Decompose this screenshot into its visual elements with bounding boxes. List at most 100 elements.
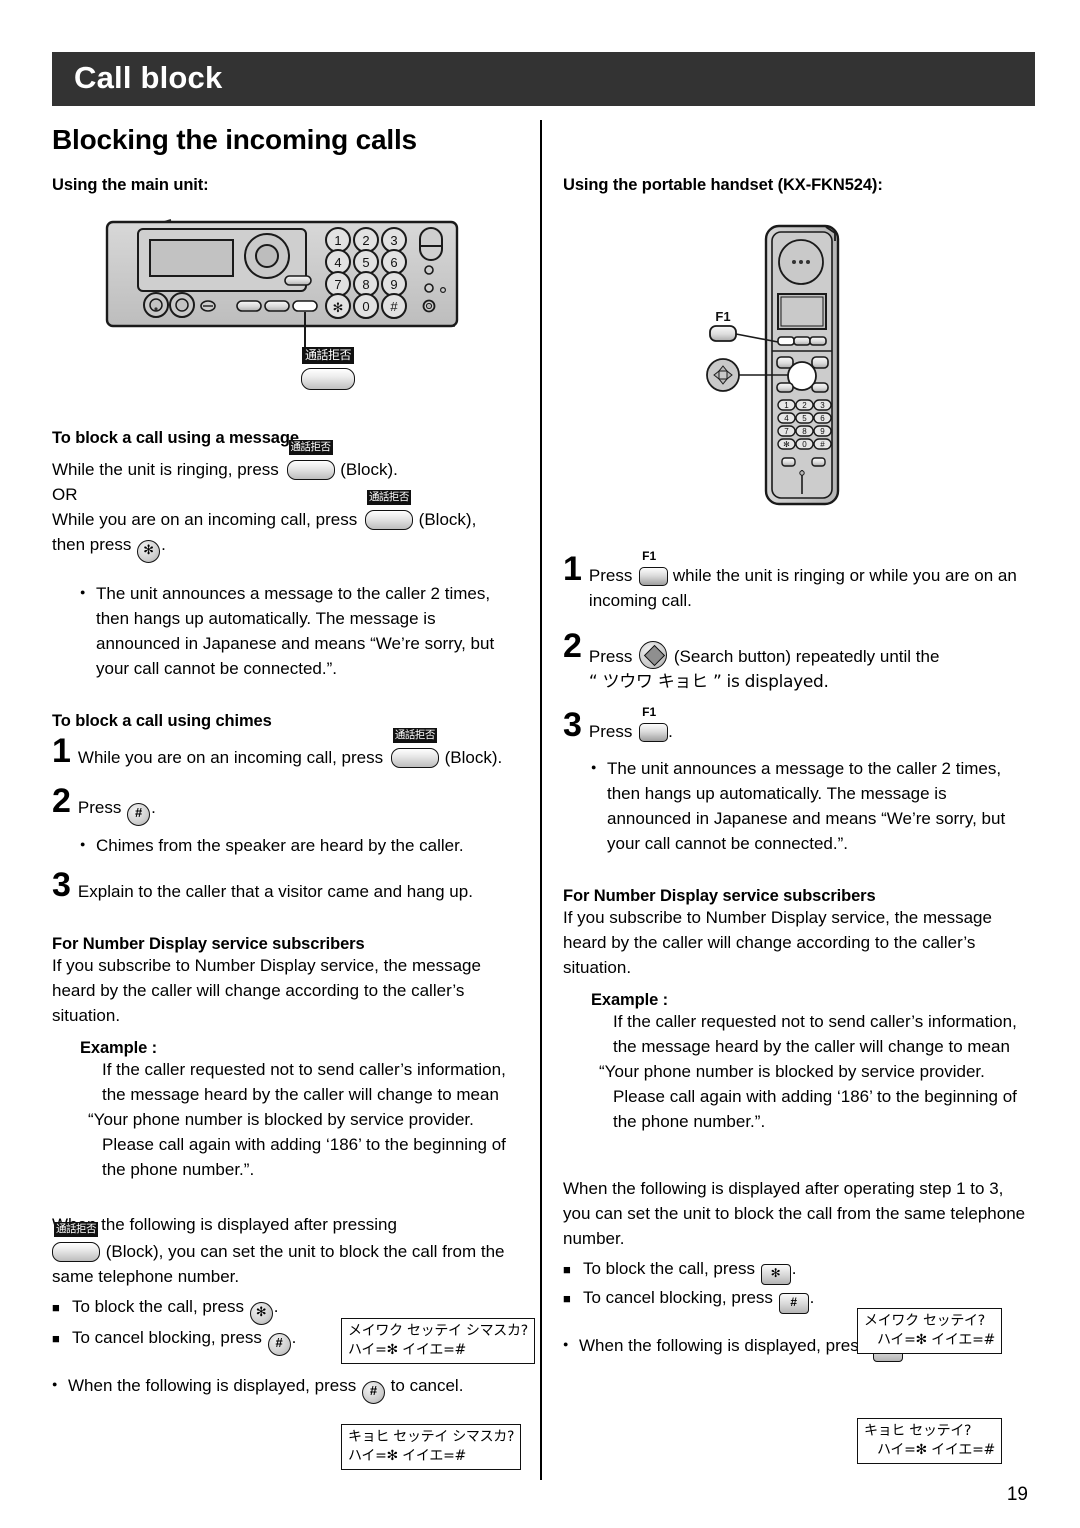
main-unit-block-key-callout: 通話拒否 xyxy=(296,346,360,390)
svg-text:F1: F1 xyxy=(715,309,730,324)
example-body-left: If the caller requested not to send call… xyxy=(102,1059,506,1104)
navigator-search-key-glyph xyxy=(639,640,668,669)
lcd-display-block-confirm-left: メイワク セッテイ シマスカ? ハイ=✻ イイエ=# xyxy=(341,1318,535,1365)
svg-text:4: 4 xyxy=(784,414,789,423)
lcd-line-1: キョヒ セッテイ? xyxy=(864,1423,972,1439)
star-key-glyph: ✻ xyxy=(249,1301,273,1325)
handset-step-1: 1 Press F1 while the unit is ringing or … xyxy=(563,549,1017,610)
svg-text:2: 2 xyxy=(362,233,369,248)
section-title: Blocking the incoming calls xyxy=(52,124,417,155)
step-number: 3 xyxy=(563,705,582,744)
svg-text:3: 3 xyxy=(390,233,397,248)
hash-key-glyph: # xyxy=(267,1332,291,1356)
step-number: 2 xyxy=(563,626,582,665)
heading-number-display-right: For Number Display service subscribers xyxy=(563,886,876,905)
step-number: 1 xyxy=(563,550,582,588)
svg-text:2: 2 xyxy=(802,401,807,410)
square-bullet-icon xyxy=(563,1285,583,1311)
heading-number-display-left: For Number Display service subscribers xyxy=(52,934,365,953)
bullet-icon xyxy=(591,757,607,857)
lcd-line-2: ハイ=✻ イイエ=# xyxy=(348,1447,466,1464)
set-block-item-block-right: To block the call, press ✻. xyxy=(563,1256,1033,1285)
bullet-icon xyxy=(80,582,96,682)
chimes-step-3: 3 Explain to the caller that a visitor c… xyxy=(52,865,473,904)
block-key-shape xyxy=(301,368,355,390)
hash-key-glyph: # xyxy=(361,1380,385,1404)
square-bullet-icon xyxy=(52,1294,72,1320)
block-key-glyph: 通話拒否 xyxy=(286,440,335,480)
svg-text:#: # xyxy=(390,299,398,314)
hash-key-glyph: # xyxy=(127,802,151,826)
column-divider xyxy=(540,120,542,1480)
star-key-glyph: ✻ xyxy=(760,1263,791,1285)
example-label-left: Example : xyxy=(80,1038,158,1057)
main-unit-illustration: 1 2 3 4 5 6 7 8 9 ✻ 0 # xyxy=(105,206,465,396)
block-message-note: The unit announces a message to the call… xyxy=(52,582,520,682)
step-number: 3 xyxy=(52,865,71,904)
svg-text:0: 0 xyxy=(802,440,807,449)
block-key-caption: 通話拒否 xyxy=(301,347,354,364)
set-block-intro-left: When the following is displayed after pr… xyxy=(52,1214,505,1286)
set-block-intro-right: When the following is displayed after op… xyxy=(563,1178,1026,1248)
handset-step-2: 2 Press (Search button) repeatedly until… xyxy=(563,626,940,692)
chimes-step-2: 2 Press #. xyxy=(52,781,520,826)
lcd-line-2: ハイ=✻ イイエ=# xyxy=(877,1441,995,1458)
svg-text:✻: ✻ xyxy=(783,440,790,449)
portable-handset-illustration: 1 2 3 4 5 6 7 8 9 ✻ 0 # F1 xyxy=(690,218,890,518)
square-bullet-icon xyxy=(52,1325,72,1351)
right-heading: Using the portable handset (KX-FKN524): xyxy=(563,176,883,194)
heading-block-with-chimes: To block a call using chimes xyxy=(52,711,272,730)
example-quote-right: “Your phone number is blocked by service… xyxy=(599,1061,1017,1131)
lcd-line-2: ハイ=✻ イイエ=# xyxy=(877,1331,995,1348)
number-display-intro-left: If you subscribe to Number Display servi… xyxy=(52,955,481,1025)
hash-key-glyph: # xyxy=(778,1292,809,1314)
svg-text:4: 4 xyxy=(334,255,341,270)
example-quote-left: “Your phone number is blocked by service… xyxy=(88,1109,506,1179)
block-message-or: OR xyxy=(52,484,78,504)
lcd-display-block-confirm-right: メイワク セッテイ? ハイ=✻ イイエ=# xyxy=(857,1308,1002,1355)
block-key-glyph: 通話拒否 xyxy=(52,1221,100,1262)
svg-text:9: 9 xyxy=(820,427,825,436)
block-key-glyph: 通話拒否 xyxy=(390,727,439,768)
chimes-step-1: 1 While you are on an incoming call, pre… xyxy=(52,727,503,770)
lcd-line-1: メイワク セッテイ シマスカ? xyxy=(348,1323,528,1339)
f1-key-glyph: F1 xyxy=(639,550,669,586)
page-number: 19 xyxy=(1006,1484,1028,1505)
svg-text:6: 6 xyxy=(390,255,397,270)
svg-text:0: 0 xyxy=(362,299,369,314)
star-key-glyph: ✻ xyxy=(137,539,161,563)
lcd-display-cancel-confirm-right: キョヒ セッテイ? ハイ=✻ イイエ=# xyxy=(857,1418,1002,1465)
svg-text:8: 8 xyxy=(802,427,807,436)
svg-text:7: 7 xyxy=(334,277,341,292)
handset-step-3-note: The unit announces a message to the call… xyxy=(563,757,1033,857)
handset-step-3: 3 Press F1. xyxy=(563,704,673,744)
svg-text:5: 5 xyxy=(362,255,369,270)
chimes-step-2-note: Chimes from the speaker are heard by the… xyxy=(52,834,520,859)
svg-text:1: 1 xyxy=(334,233,341,248)
number-display-intro-right: If you subscribe to Number Display servi… xyxy=(563,907,992,977)
manual-page: Call block Blocking the incoming calls U… xyxy=(0,0,1080,1528)
square-bullet-icon xyxy=(563,1256,583,1282)
block-message-line2: While you are on an incoming call, press… xyxy=(52,489,520,563)
svg-text:5: 5 xyxy=(802,414,807,423)
block-key-glyph: 通話拒否 xyxy=(364,489,413,530)
lcd-line-1: メイワク セッテイ? xyxy=(864,1313,985,1329)
left-heading: Using the main unit: xyxy=(52,176,209,194)
step-number: 2 xyxy=(52,781,71,820)
lcd-line-1: キョヒ セッテイ シマスカ? xyxy=(348,1429,515,1445)
svg-text:#: # xyxy=(820,440,825,449)
step-number: 1 xyxy=(52,731,71,770)
bullet-icon xyxy=(80,834,96,859)
svg-text:6: 6 xyxy=(820,414,825,423)
example-body-right: If the caller requested not to send call… xyxy=(613,1011,1017,1056)
chapter-banner: Call block xyxy=(52,52,1035,106)
heading-block-with-message: To block a call using a message xyxy=(52,429,299,447)
bullet-icon xyxy=(52,1374,68,1404)
svg-text:3: 3 xyxy=(820,401,825,410)
chapter-title: Call block xyxy=(74,60,223,95)
svg-text:✻: ✻ xyxy=(333,300,344,315)
svg-text:9: 9 xyxy=(390,277,397,292)
f1-key-glyph: F1 xyxy=(639,705,669,742)
svg-text:7: 7 xyxy=(784,427,789,436)
svg-text:8: 8 xyxy=(362,277,369,292)
